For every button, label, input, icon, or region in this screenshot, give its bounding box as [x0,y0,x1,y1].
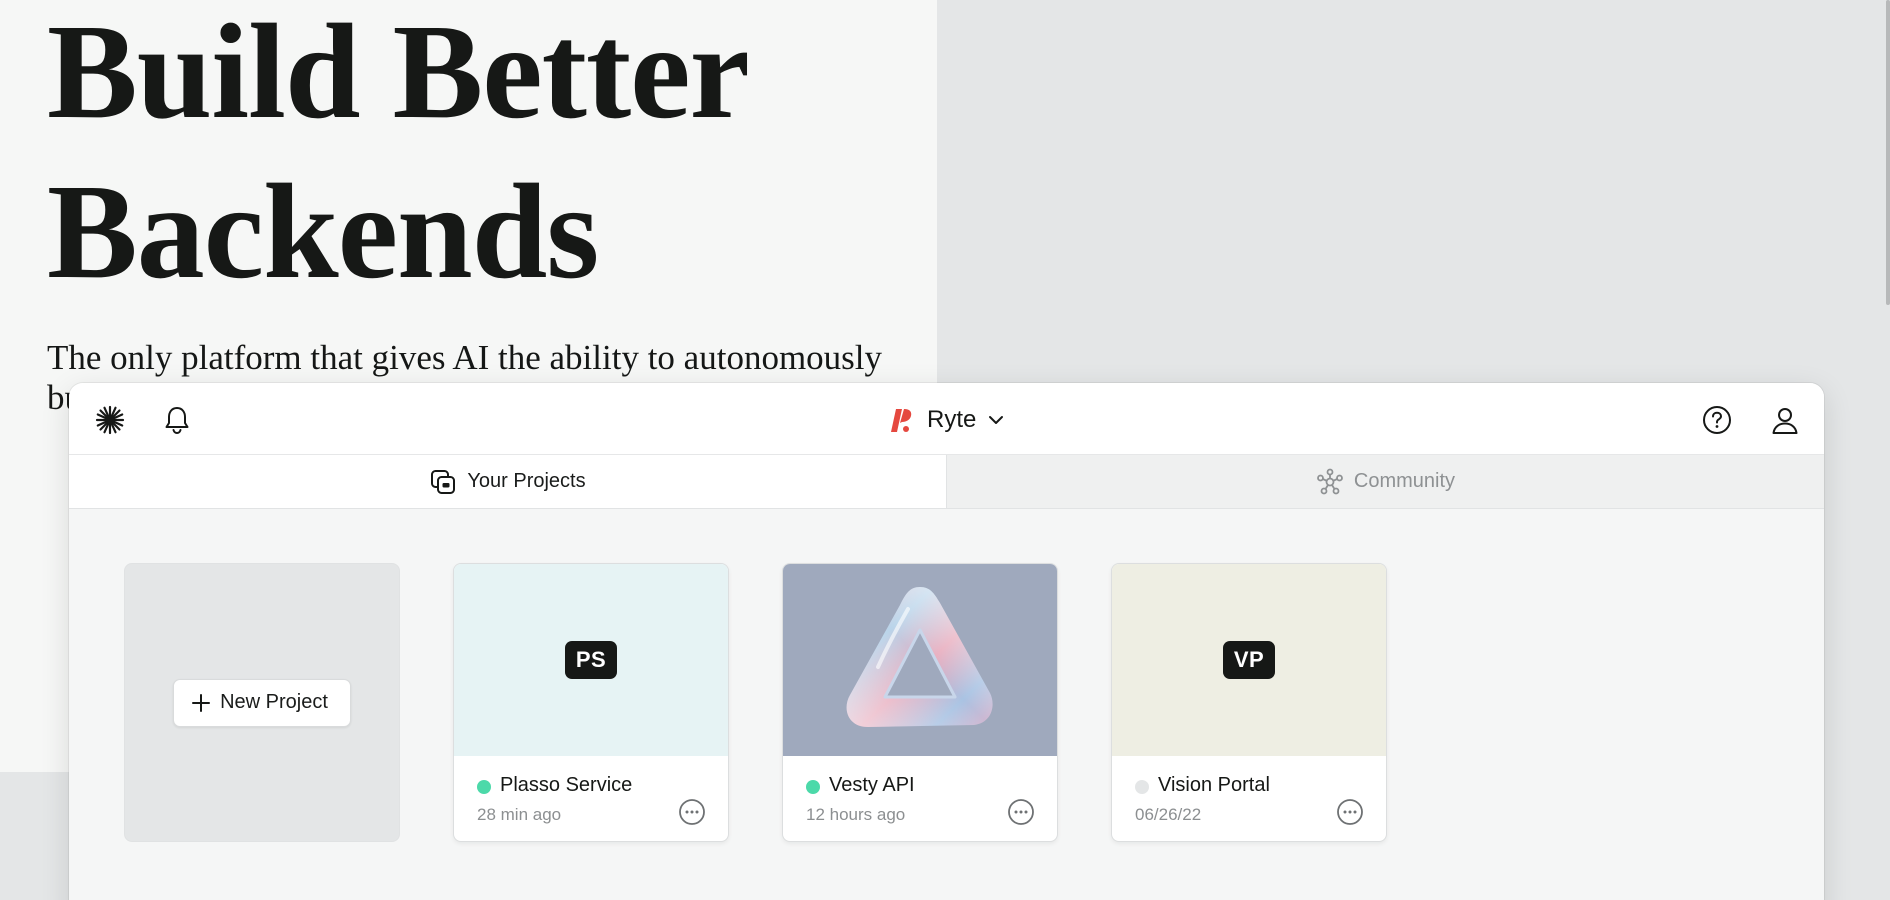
tab-community[interactable]: Community [947,455,1824,508]
new-project-card: New Project [124,563,400,842]
plus-icon [192,693,211,712]
chevron-down-icon [989,416,1004,424]
project-name: Plasso Service [500,774,633,796]
project-thumbnail: VP [1112,564,1386,756]
project-card[interactable]: Vesty API 12 hours ago [782,563,1058,842]
more-options-icon[interactable] [1336,798,1364,826]
workspace-switcher[interactable]: Ryte [885,401,1006,439]
app-window: Ryte Your Projects Community New Project… [69,383,1824,900]
status-dot [806,780,820,794]
project-updated-time: 28 min ago [477,805,562,824]
tab-label: Community [1353,470,1456,492]
tab-label: Your Projects [467,470,586,492]
project-updated-time: 12 hours ago [806,805,906,824]
project-card-footer: Vesty API 12 hours ago [783,756,1057,841]
page-scrollbar[interactable] [1886,0,1890,305]
community-icon [1316,468,1344,496]
status-dot [1135,780,1149,794]
project-badge: PS [564,641,618,679]
project-thumbnail: PS [454,564,728,756]
project-card[interactable]: PS Plasso Service 28 min ago [453,563,729,842]
project-badge: VP [1222,641,1276,679]
project-name: Vision Portal [1158,774,1270,796]
status-dot [477,780,491,794]
project-card[interactable]: VP Vision Portal 06/26/22 [1111,563,1387,842]
project-updated-time: 06/26/22 [1135,805,1202,824]
project-card-footer: Plasso Service 28 min ago [454,756,728,841]
project-thumbnail [783,564,1057,756]
bell-icon[interactable] [160,403,194,437]
more-options-icon[interactable] [678,798,706,826]
top-bar: Ryte [69,383,1824,455]
project-card-footer: Vision Portal 06/26/22 [1112,756,1386,841]
new-project-label: New Project [220,691,328,713]
tab-your-projects[interactable]: Your Projects [69,455,947,508]
hero-title: Build Better Backends [47,0,747,307]
user-icon[interactable] [1768,403,1802,437]
help-circle-icon[interactable] [1700,403,1734,437]
projects-icon [429,468,457,496]
project-name: Vesty API [829,774,915,796]
more-options-icon[interactable] [1007,798,1035,826]
workspace-logo-icon [891,409,912,432]
workspace-name: Ryte [927,406,977,433]
new-project-button[interactable]: New Project [173,678,351,727]
iridescent-triangle-image [846,587,993,727]
tab-bar: Your Projects Community [69,455,1824,509]
starburst-icon[interactable] [93,403,127,437]
